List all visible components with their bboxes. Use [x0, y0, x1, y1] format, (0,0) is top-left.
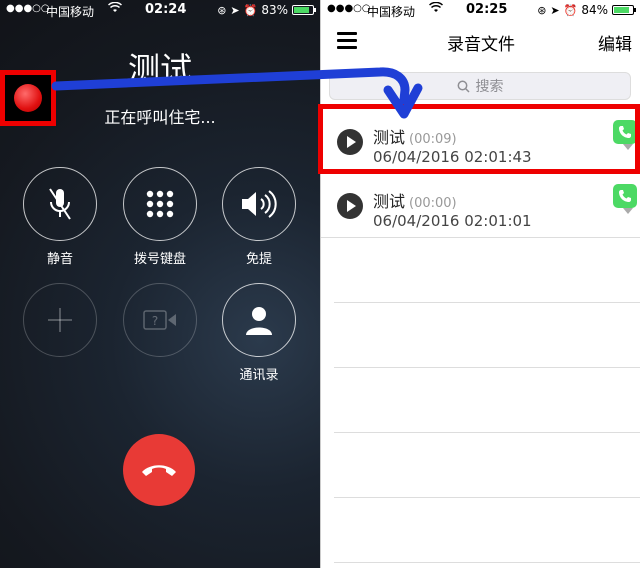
location-icon: ➤	[550, 3, 560, 17]
facetime-button[interactable]: ?	[123, 283, 197, 357]
page-title: 录音文件	[447, 35, 515, 55]
dropdown-arrow-icon	[623, 208, 633, 214]
wifi-icon	[428, 1, 444, 16]
keypad-label: 拨号键盘	[133, 252, 186, 267]
rotation-lock-icon: ⊛	[537, 3, 547, 17]
add-call-icon	[48, 308, 72, 332]
status-time: 02:24	[145, 2, 187, 17]
divider	[334, 367, 640, 368]
keypad-button[interactable]	[123, 167, 197, 241]
end-call-button[interactable]	[123, 434, 195, 506]
divider	[334, 432, 640, 433]
signal-strength: ●●●○○	[6, 3, 50, 14]
facetime-icon: ?	[143, 310, 176, 330]
divider	[334, 302, 640, 303]
speaker-icon	[242, 190, 277, 218]
mute-label: 静音	[46, 252, 73, 267]
contacts-label: 通讯录	[239, 368, 279, 383]
svg-text:?: ?	[152, 314, 158, 328]
battery-icon	[292, 5, 316, 15]
alarm-icon: ⏰	[243, 3, 258, 17]
mute-button[interactable]	[23, 167, 97, 241]
hangup-icon	[142, 465, 176, 476]
recording-name: 测试	[373, 192, 406, 211]
search-input[interactable]: 搜索	[329, 72, 631, 100]
speaker-label: 免提	[245, 252, 272, 267]
alarm-icon: ⏰	[563, 3, 578, 17]
recording-date: 06/04/2016 02:01:01	[373, 212, 532, 230]
speaker-button[interactable]	[222, 167, 296, 241]
recording-duration: (00:00)	[409, 196, 457, 211]
record-button-highlight[interactable]	[0, 70, 56, 126]
record-icon[interactable]	[14, 84, 42, 112]
contacts-icon	[246, 307, 272, 335]
edit-button[interactable]: 编辑	[598, 30, 632, 55]
signal-strength: ●●●○○	[327, 3, 371, 14]
contacts-button[interactable]	[222, 283, 296, 357]
carrier-name: 中国移动	[367, 5, 416, 19]
status-time: 02:25	[466, 2, 508, 17]
status-bar: ●●●○○ 中国移动 02:25 ⊛ ➤ ⏰ 84%	[321, 0, 640, 20]
battery-icon	[612, 5, 636, 15]
recordings-screen: ●●●○○ 中国移动 02:25 ⊛ ➤ ⏰ 84% 录音文件 编辑 搜索 测试…	[320, 0, 640, 568]
location-icon: ➤	[230, 3, 240, 17]
battery-percent: 83%	[261, 3, 288, 17]
carrier-name: 中国移动	[46, 5, 95, 19]
search-icon	[457, 80, 470, 93]
divider	[334, 562, 640, 563]
play-icon[interactable]	[337, 193, 363, 219]
divider	[334, 497, 640, 498]
search-placeholder: 搜索	[475, 79, 504, 95]
recording-highlight-box	[318, 104, 640, 174]
add-call-button[interactable]	[23, 283, 97, 357]
recording-row[interactable]: 测试 (00:00) 06/04/2016 02:01:01	[321, 174, 640, 238]
phone-icon[interactable]	[613, 184, 637, 208]
keypad-icon	[146, 190, 174, 218]
wifi-icon	[107, 1, 123, 16]
battery-percent: 84%	[581, 3, 608, 17]
rotation-lock-icon: ⊛	[217, 3, 227, 17]
status-bar: ●●●○○ 中国移动 02:24 ⊛ ➤ ⏰ 83%	[0, 0, 320, 20]
mic-off-icon	[49, 188, 71, 220]
